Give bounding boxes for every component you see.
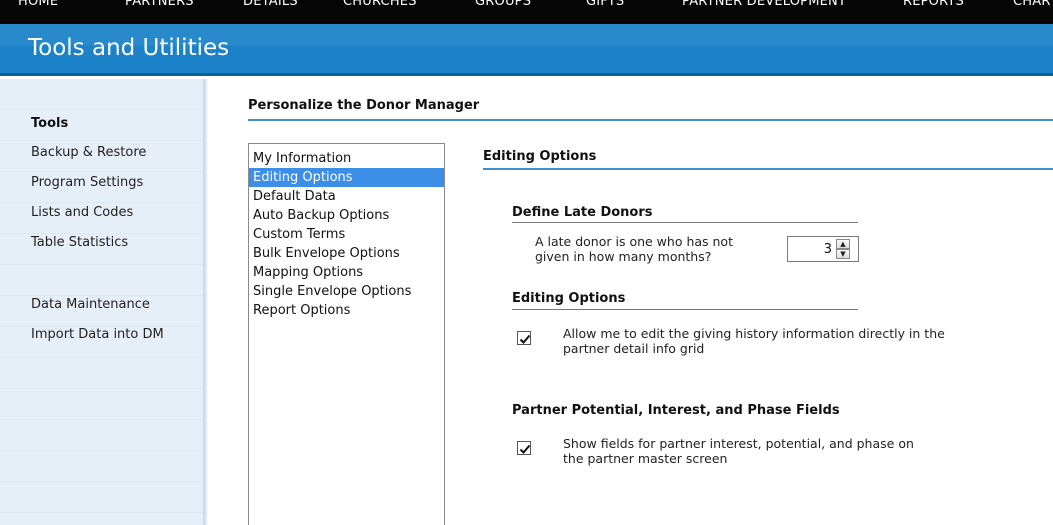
nav-details[interactable]: DETAILS: [243, 0, 298, 9]
list-item-single-envelope-options[interactable]: Single Envelope Options: [249, 282, 444, 301]
sidebar-item-lists-and-codes[interactable]: Lists and Codes: [31, 205, 133, 220]
late-donors-label-line2: given in how many months?: [535, 249, 712, 264]
editing-options-heading: Editing Options: [512, 291, 626, 306]
stepper-buttons: ▲ ▼: [836, 239, 856, 259]
edit-giving-history-label-line2: partner detail info grid: [563, 341, 705, 356]
sidebar-item-data-maintenance[interactable]: Data Maintenance: [31, 297, 150, 312]
nav-groups[interactable]: GROUPS: [475, 0, 531, 9]
checkmark-icon: [519, 334, 531, 344]
sidebar-item-table-statistics[interactable]: Table Statistics: [31, 235, 128, 250]
nav-partners[interactable]: PARTNERS: [125, 0, 194, 9]
page-title: Tools and Utilities: [28, 35, 230, 61]
edit-giving-history-label-line1: Allow me to edit the giving history info…: [563, 326, 945, 341]
sidebar-item-backup-restore[interactable]: Backup & Restore: [31, 145, 146, 160]
late-months-value[interactable]: 3: [824, 242, 832, 257]
show-partner-fields-checkbox[interactable]: [517, 441, 531, 455]
list-item-default-data[interactable]: Default Data: [249, 187, 444, 206]
title-bar: Tools and Utilities: [0, 24, 1053, 76]
editing-options-divider: [512, 309, 858, 310]
list-item-custom-terms[interactable]: Custom Terms: [249, 225, 444, 244]
nav-char[interactable]: CHAR: [1013, 0, 1051, 9]
list-item-auto-backup-options[interactable]: Auto Backup Options: [249, 206, 444, 225]
late-donors-label-line1: A late donor is one who has not: [535, 234, 733, 249]
partner-fields-heading: Partner Potential, Interest, and Phase F…: [512, 403, 840, 418]
section-title: Personalize the Donor Manager: [248, 98, 480, 113]
section-divider: [248, 119, 1053, 121]
stepper-down-icon[interactable]: ▼: [836, 249, 850, 259]
list-item-editing-options[interactable]: Editing Options: [249, 168, 444, 187]
nav-reports[interactable]: REPORTS: [903, 0, 964, 9]
sidebar-item-program-settings[interactable]: Program Settings: [31, 175, 143, 190]
list-item-bulk-envelope-options[interactable]: Bulk Envelope Options: [249, 244, 444, 263]
edit-giving-history-checkbox[interactable]: [517, 331, 531, 345]
nav-churches[interactable]: CHURCHES: [343, 0, 417, 9]
nav-home[interactable]: HOME: [18, 0, 58, 9]
panel-title: Editing Options: [483, 149, 597, 164]
sidebar-item-import-data[interactable]: Import Data into DM: [31, 327, 164, 342]
list-item-report-options[interactable]: Report Options: [249, 301, 444, 320]
nav-partner-development[interactable]: PARTNER DEVELOPMENT: [682, 0, 846, 9]
late-months-stepper[interactable]: 3 ▲ ▼: [787, 236, 859, 262]
options-list[interactable]: My Information Editing Options Default D…: [248, 143, 445, 525]
top-nav: HOME PARTNERS DETAILS CHURCHES GROUPS GI…: [0, 0, 1053, 24]
sidebar-heading-tools: Tools: [31, 116, 69, 131]
late-donors-divider: [512, 222, 858, 223]
show-partner-fields-label-line2: the partner master screen: [563, 451, 728, 466]
panel-divider: [483, 168, 1053, 170]
sidebar-edge: [203, 79, 207, 525]
list-item-my-information[interactable]: My Information: [249, 149, 444, 168]
show-partner-fields-label-line1: Show fields for partner interest, potent…: [563, 436, 914, 451]
list-item-mapping-options[interactable]: Mapping Options: [249, 263, 444, 282]
sidebar: Tools Backup & Restore Program Settings …: [0, 79, 207, 525]
checkmark-icon: [519, 444, 531, 454]
stepper-up-icon[interactable]: ▲: [836, 239, 850, 249]
nav-gifts[interactable]: GIFTS: [586, 0, 624, 9]
late-donors-heading: Define Late Donors: [512, 205, 653, 220]
